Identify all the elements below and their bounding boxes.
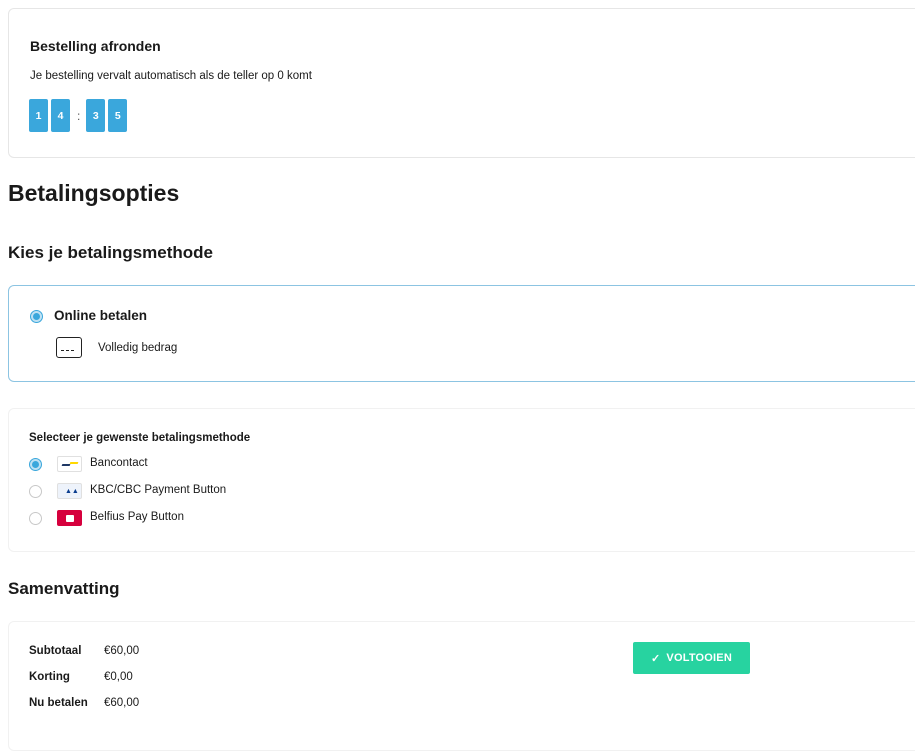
summary-value: €60,00 [104, 645, 140, 657]
payment-options-heading: Betalingsopties [8, 180, 180, 206]
credit-card-icon [56, 337, 82, 358]
timer-digit: 1 [29, 99, 48, 132]
complete-label: VOLTOOIEN [666, 652, 732, 664]
timer-separator: : [77, 108, 81, 123]
summary-key: Subtotaal [29, 645, 82, 657]
timer-digit: 3 [86, 99, 106, 132]
option-label: KBC/CBC Payment Button [90, 484, 227, 496]
summary-heading: Samenvatting [8, 579, 120, 598]
timer-digit: 4 [51, 99, 70, 132]
online-payment-radio[interactable] [30, 310, 43, 323]
belfius-logo-icon [57, 510, 82, 526]
online-payment-title: Online betalen [54, 308, 148, 323]
summary-key: Nu betalen [29, 697, 88, 709]
choose-method-heading: Kies je betalingsmethode [8, 243, 213, 262]
option-belfius[interactable]: Belfius Pay Button [29, 510, 429, 527]
timer-digit: 5 [108, 99, 128, 132]
option-label: Bancontact [90, 457, 148, 469]
bancontact-logo-icon [57, 456, 82, 472]
complete-order-button[interactable]: ✓ VOLTOOIEN [633, 642, 750, 674]
kbc-radio[interactable] [29, 485, 42, 498]
summary-key: Korting [29, 671, 70, 683]
full-amount-label: Volledig bedrag [98, 342, 178, 354]
checkmark-icon: ✓ [651, 652, 661, 665]
order-timer-card: Bestelling afronden Je bestelling verval… [8, 8, 915, 158]
select-method-title: Selecteer je gewenste betalingsmethode [29, 432, 251, 444]
order-expiry-notice: Je bestelling vervalt automatisch als de… [30, 70, 312, 82]
bancontact-radio[interactable] [29, 458, 42, 471]
option-kbc[interactable]: ▲▲ KBC/CBC Payment Button [29, 483, 429, 500]
payment-method-online[interactable]: Online betalen Volledig bedrag [8, 285, 915, 382]
option-label: Belfius Pay Button [90, 511, 184, 523]
summary-value: €60,00 [104, 697, 140, 709]
countdown-timer: 1 4 : 3 5 [29, 99, 130, 132]
kbc-logo-icon: ▲▲ [57, 483, 82, 499]
summary-card: Subtotaal €60,00 Korting €0,00 Nu betale… [8, 621, 915, 751]
option-bancontact[interactable]: Bancontact [29, 456, 429, 473]
order-title: Bestelling afronden [30, 38, 161, 54]
summary-value: €0,00 [104, 671, 133, 683]
belfius-radio[interactable] [29, 512, 42, 525]
payment-provider-card: Selecteer je gewenste betalingsmethode B… [8, 408, 915, 552]
